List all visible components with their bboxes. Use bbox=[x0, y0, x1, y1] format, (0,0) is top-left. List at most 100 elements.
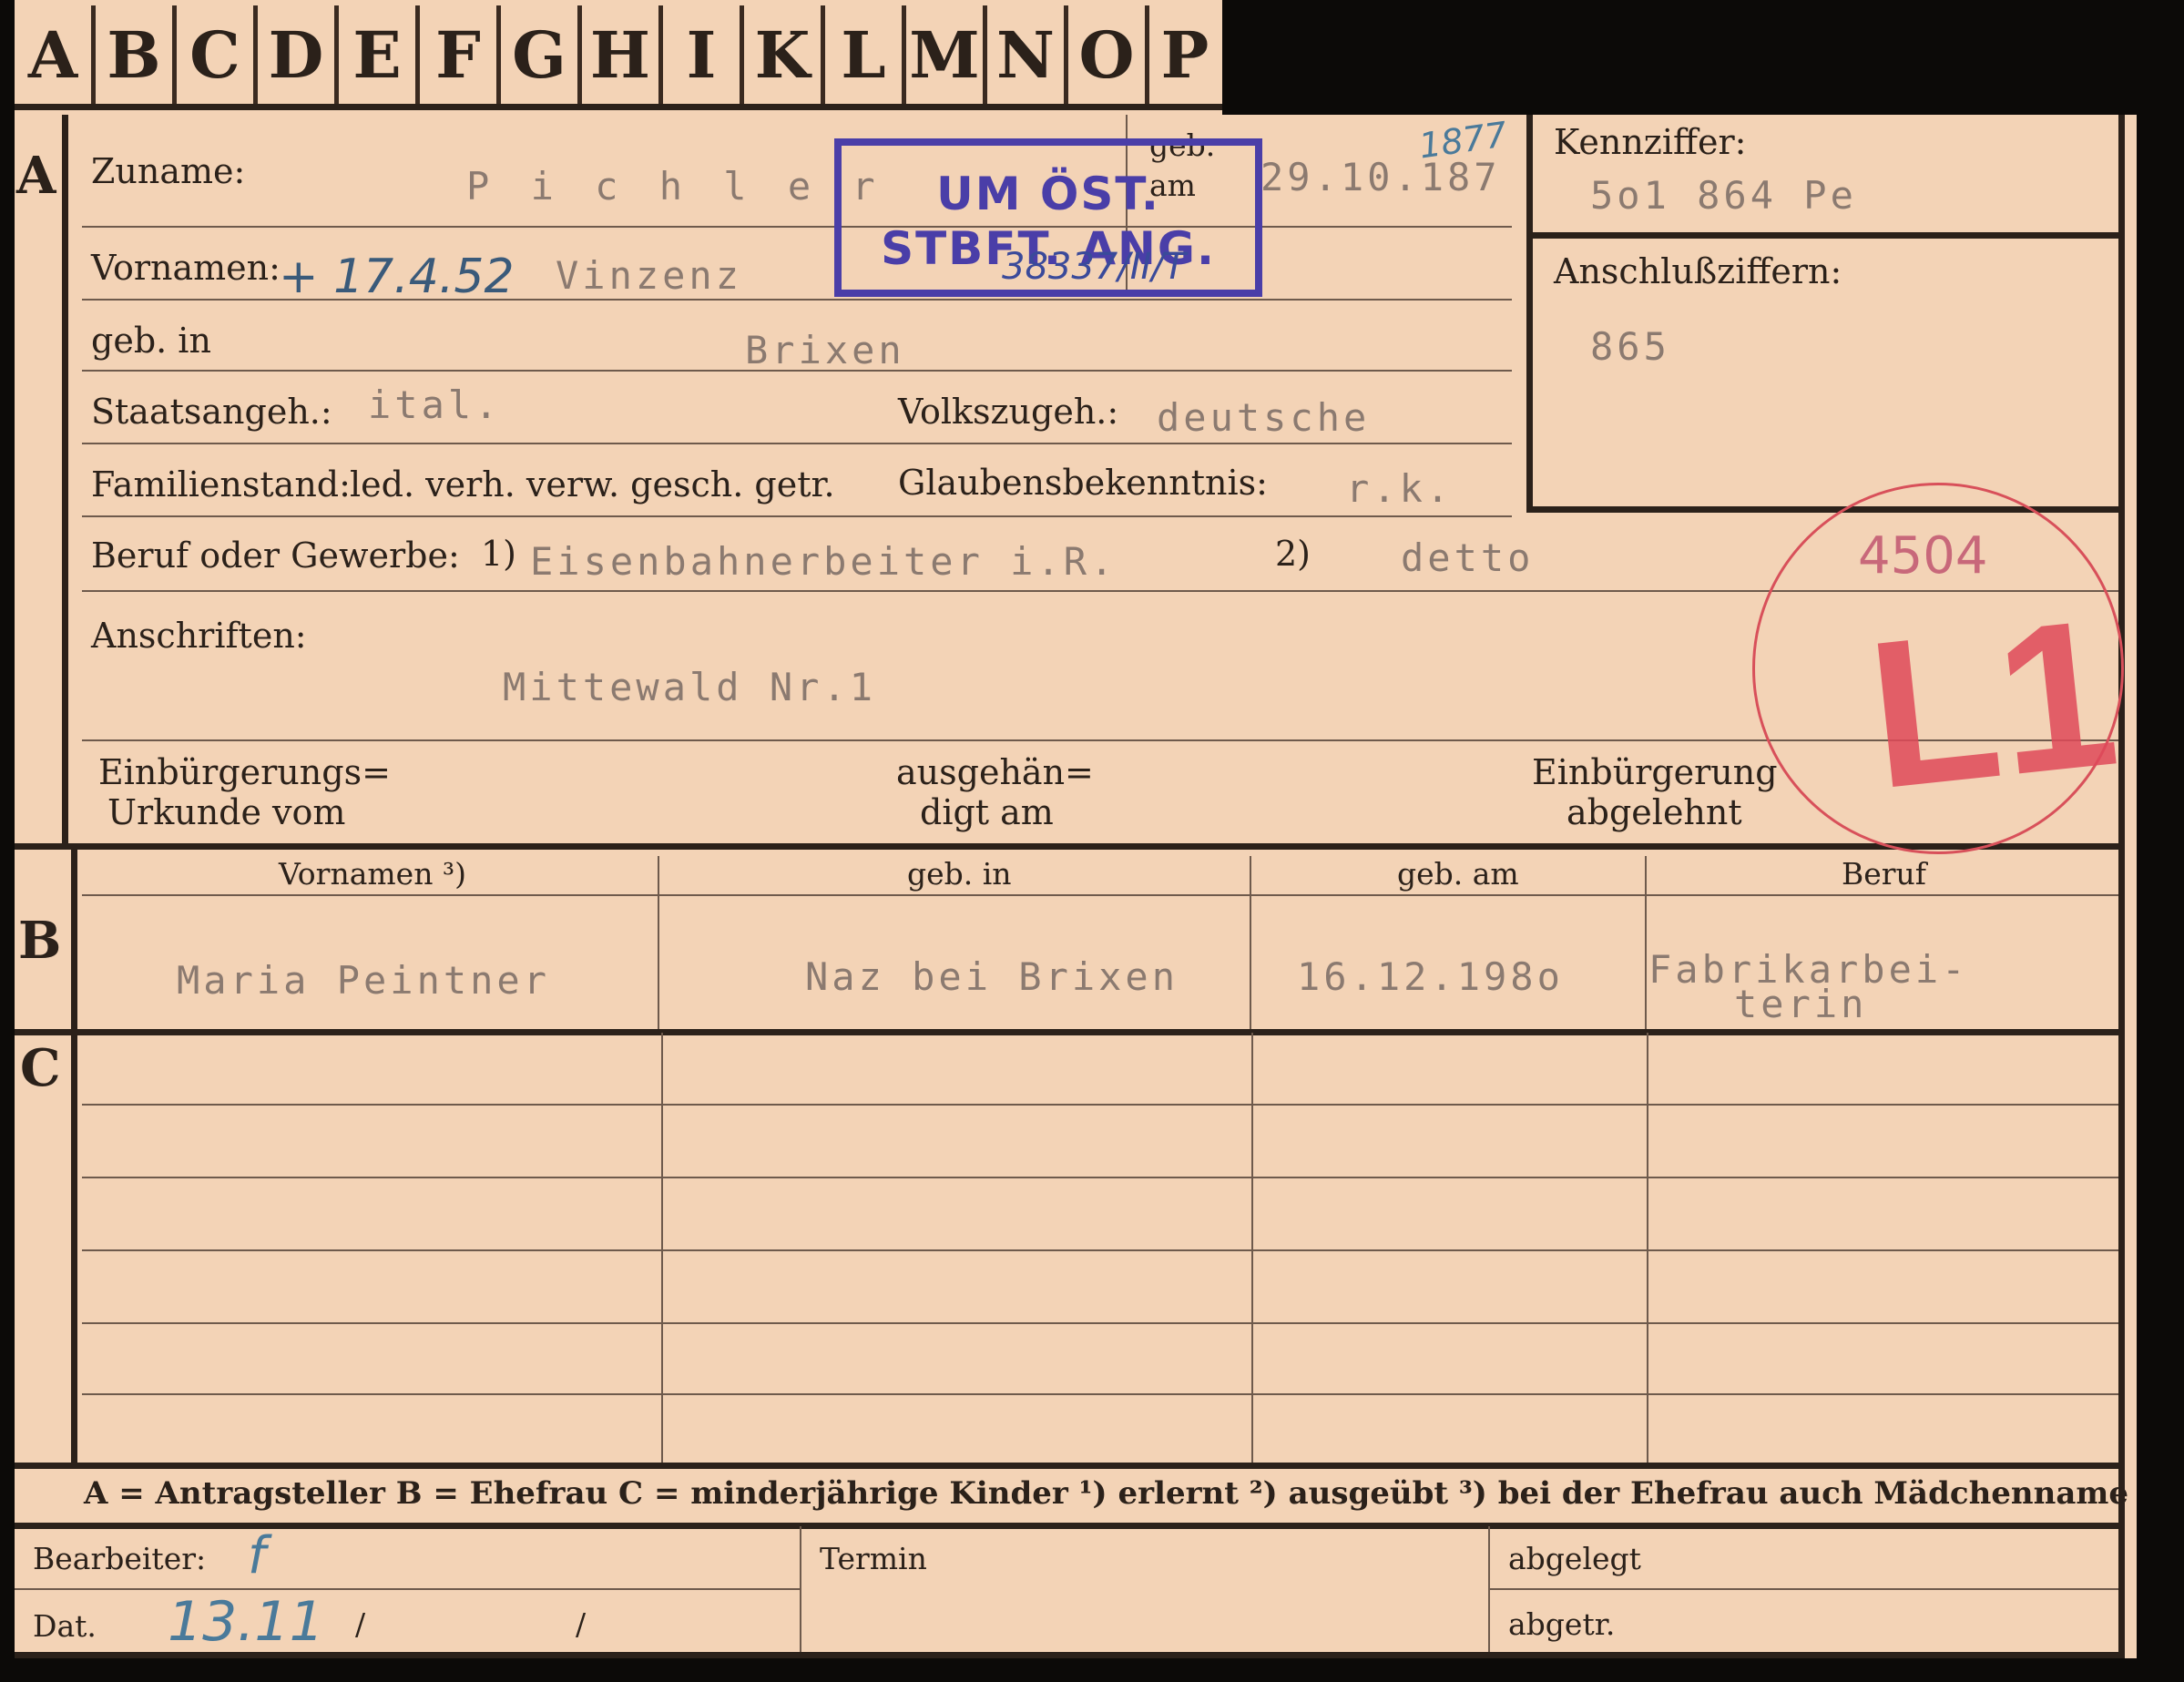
address-label: Anschriften: bbox=[91, 616, 307, 656]
section-c-row-rule-3 bbox=[82, 1249, 2118, 1251]
occupation-value-2: detto bbox=[1401, 535, 1535, 580]
id-box-divider bbox=[1526, 232, 2118, 239]
filed-label: abgelegt bbox=[1508, 1541, 1641, 1576]
section-b-bottom-rule bbox=[15, 1029, 2124, 1035]
spouse-birthdate: 16.12.198o bbox=[1297, 954, 1564, 999]
marital-label: Familienstand: bbox=[91, 464, 351, 505]
tab-a: A bbox=[15, 5, 96, 104]
stamp-reference-hand: 38337/II/T bbox=[1002, 246, 1187, 288]
circle-stamp-number: 4504 bbox=[1858, 526, 1988, 586]
section-c-col-rule-2 bbox=[1251, 1033, 1253, 1463]
section-b-col-rule-1 bbox=[658, 856, 659, 1029]
citizenship-value: ital. bbox=[368, 382, 502, 427]
address-value: Mittewald Nr.1 bbox=[503, 665, 877, 709]
term-label: Termin bbox=[820, 1541, 927, 1576]
ethnicity-value: deutsche bbox=[1157, 395, 1371, 440]
row-rule-citizenship bbox=[82, 443, 1512, 444]
tab-e: E bbox=[339, 5, 420, 104]
first-names-value: Vinzenz bbox=[556, 253, 743, 298]
first-names-label: Vornamen: bbox=[91, 248, 281, 288]
marital-options: led. verh. verw. gesch. getr. bbox=[350, 464, 835, 505]
connect-label: Anschlußziffern: bbox=[1554, 251, 1842, 291]
section-b-header-firstnames: Vornamen ³) bbox=[279, 856, 467, 892]
section-a-left-rule bbox=[62, 115, 68, 843]
tab-b: B bbox=[96, 5, 177, 104]
clerk-initial-hand: f bbox=[248, 1526, 266, 1585]
code-label: Kennziffer: bbox=[1554, 122, 1747, 162]
footer-clerk-rule bbox=[15, 1588, 800, 1590]
date-slash-1: / bbox=[355, 1606, 366, 1642]
handed-label-2: digt am bbox=[920, 792, 1054, 832]
card-bottom-rule bbox=[15, 1652, 2124, 1658]
spouse-birthplace: Naz bei Brixen bbox=[805, 954, 1179, 999]
section-b-header-birthplace: geb. in bbox=[907, 856, 1012, 892]
tab-d: D bbox=[258, 5, 339, 104]
religion-label: Glaubensbekenntnis: bbox=[898, 463, 1268, 503]
birthplace-label: geb. in bbox=[91, 321, 211, 361]
section-b-header-rule bbox=[82, 894, 2118, 896]
index-tabs: A B C D E F G H I K L M N O P bbox=[15, 0, 1222, 115]
taken-label: abgetr. bbox=[1508, 1606, 1616, 1642]
section-c-letter: C bbox=[20, 1038, 61, 1098]
section-a-letter: A bbox=[16, 146, 56, 206]
connect-value: 865 bbox=[1590, 324, 1670, 369]
tab-h: H bbox=[582, 5, 663, 104]
date-label: Dat. bbox=[33, 1608, 97, 1644]
surname-value: P i c h l e r bbox=[466, 164, 884, 209]
ethnicity-label: Volkszugeh.: bbox=[898, 392, 1119, 432]
spouse-name: Maria Peintner bbox=[177, 958, 551, 1003]
code-value: 5o1 864 Pe bbox=[1590, 173, 1857, 218]
section-c-col-rule-3 bbox=[1647, 1033, 1648, 1463]
tab-o: O bbox=[1068, 5, 1149, 104]
date-slash-2: / bbox=[576, 1606, 587, 1642]
handed-label-1: ausgehän= bbox=[896, 752, 1094, 792]
tab-g: G bbox=[501, 5, 582, 104]
surname-label: Zuname: bbox=[91, 151, 246, 191]
section-b-left-rule bbox=[71, 847, 77, 1029]
occupation-label: Beruf oder Gewerbe: bbox=[91, 535, 460, 576]
born-value: 29.10.187 bbox=[1260, 155, 1501, 199]
occupation-value-1: Eisenbahnerbeiter i.R. bbox=[530, 539, 1118, 584]
tabs-bottom-rule bbox=[15, 104, 1222, 110]
row-rule-surname bbox=[82, 226, 1512, 228]
section-c-left-rule bbox=[71, 1033, 77, 1463]
stamp-line-1: UM ÖST. bbox=[936, 168, 1160, 220]
clerk-label: Bearbeiter: bbox=[33, 1541, 207, 1576]
naturalization-doc-label-1: Einbürgerungs= bbox=[98, 752, 391, 792]
rejected-label-1: Einbürgerung bbox=[1532, 752, 1778, 792]
tab-i: I bbox=[663, 5, 744, 104]
death-date-hand: + 17.4.52 bbox=[279, 250, 515, 304]
religion-value: r.k. bbox=[1346, 466, 1454, 511]
occupation-mark-2: 2) bbox=[1275, 534, 1311, 574]
tab-p: P bbox=[1160, 16, 1209, 93]
section-c-col-rule-1 bbox=[661, 1033, 663, 1463]
rejected-label-2: abgelehnt bbox=[1567, 792, 1742, 832]
legend-bottom-rule bbox=[15, 1523, 2124, 1529]
tab-n: N bbox=[987, 5, 1068, 104]
circle-stamp-code: L1 bbox=[1859, 574, 2128, 833]
tab-c: C bbox=[177, 5, 258, 104]
id-box-left-rule bbox=[1526, 115, 1533, 506]
section-c-row-rule-2 bbox=[82, 1177, 2118, 1178]
tab-k: K bbox=[744, 5, 825, 104]
section-c-bottom-rule bbox=[15, 1463, 2124, 1469]
section-b-col-rule-3 bbox=[1645, 856, 1647, 1029]
card-right-rule bbox=[2118, 115, 2125, 1658]
tab-m: M bbox=[906, 5, 987, 104]
tab-l: L bbox=[825, 5, 906, 104]
section-b-col-rule-2 bbox=[1250, 856, 1251, 1029]
row-rule-marital bbox=[82, 515, 1512, 517]
legend-text: A = Antragsteller B = Ehefrau C = minder… bbox=[84, 1475, 2128, 1512]
section-c-row-rule-4 bbox=[82, 1322, 2118, 1324]
section-a-bottom-rule bbox=[15, 843, 2124, 850]
date-hand: 13.11 bbox=[168, 1590, 324, 1654]
section-b-letter: B bbox=[18, 911, 62, 971]
birthplace-value: Brixen bbox=[745, 328, 905, 372]
section-c-row-rule-5 bbox=[82, 1393, 2118, 1395]
section-c-row-rule-1 bbox=[82, 1104, 2118, 1106]
spouse-occupation-2: terin bbox=[1734, 982, 1868, 1026]
naturalization-doc-label-2: Urkunde vom bbox=[107, 792, 346, 832]
section-b-header-occupation: Beruf bbox=[1842, 856, 1927, 892]
citizenship-label: Staatsangeh.: bbox=[91, 392, 332, 432]
occupation-mark-1: 1) bbox=[481, 534, 517, 574]
